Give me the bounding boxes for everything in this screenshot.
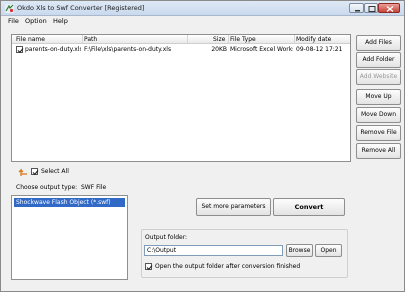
column-separator (294, 35, 295, 44)
select-all-checkbox[interactable] (31, 168, 39, 176)
remove-file-button[interactable]: Remove File (356, 125, 401, 141)
row-file-type: Microsoft Excel Works... (230, 46, 293, 53)
app-logo-icon (5, 4, 14, 13)
add-files-button[interactable]: Add Files (356, 35, 401, 51)
output-type-label: Choose output type: (16, 184, 78, 191)
column-separator (82, 35, 83, 44)
column-modify-date[interactable]: Modify date (296, 36, 331, 44)
app-window: Okdo Xls to Swf Converter [Registered] F… (0, 0, 405, 292)
column-file-type[interactable]: File Type (230, 36, 256, 44)
maximize-icon (368, 6, 376, 12)
row-size: 20KB (211, 46, 227, 53)
column-size[interactable]: Size (213, 36, 225, 44)
select-all-label[interactable]: Select All (41, 168, 69, 175)
row-path: F:\File\xls\parents-on-duty.xls (84, 46, 172, 53)
output-folder-label: Output folder: (145, 234, 188, 241)
close-icon (386, 6, 394, 12)
output-folder-input[interactable] (144, 245, 283, 256)
column-separator (228, 35, 229, 44)
output-type-value: SWF File (81, 184, 107, 191)
check-icon (32, 170, 39, 176)
row-file-name: parents-on-duty.xls (25, 46, 81, 53)
add-website-button[interactable]: Add Website (356, 69, 401, 85)
open-after-conversion-label[interactable]: Open the output folder after conversion … (155, 263, 300, 270)
minimize-icon (355, 10, 360, 12)
output-type-list[interactable]: Shockwave Flash Object (*.swf) (11, 195, 128, 280)
file-list-header: File name Path Size File Type Modify dat… (12, 35, 350, 44)
minimize-button[interactable] (349, 3, 364, 13)
convert-button[interactable]: Convert (273, 198, 345, 216)
row-checkbox[interactable] (16, 46, 24, 54)
open-button[interactable]: Open (315, 244, 342, 257)
add-folder-button[interactable]: Add Folder (356, 52, 401, 68)
file-list[interactable]: File name Path Size File Type Modify dat… (11, 34, 351, 162)
check-icon (17, 48, 24, 54)
list-item[interactable]: Shockwave Flash Object (*.swf) (14, 198, 125, 207)
remove-all-button[interactable]: Remove All (356, 143, 401, 159)
up-folder-icon[interactable] (18, 167, 28, 177)
set-more-parameters-button[interactable]: Set more parameters (196, 198, 271, 216)
open-after-conversion-checkbox[interactable] (145, 263, 153, 271)
menu-help[interactable]: Help (53, 17, 68, 25)
menu-option[interactable]: Option (25, 17, 47, 25)
move-down-button[interactable]: Move Down (356, 107, 401, 123)
column-path[interactable]: Path (84, 36, 97, 44)
row-modify-date: 09-08-12 17:21 (296, 46, 343, 53)
column-separator (187, 35, 188, 44)
maximize-button[interactable] (364, 3, 378, 13)
move-up-button[interactable]: Move Up (356, 89, 401, 105)
close-button[interactable] (378, 3, 400, 13)
window-title: Okdo Xls to Swf Converter [Registered] (17, 4, 145, 12)
browse-button[interactable]: Browse (286, 244, 313, 257)
menu-bar: File Option Help (1, 16, 404, 27)
title-bar[interactable]: Okdo Xls to Swf Converter [Registered] (1, 1, 404, 16)
column-file-name[interactable]: File name (16, 36, 45, 44)
check-icon (146, 265, 153, 271)
menu-file[interactable]: File (8, 17, 19, 25)
table-row[interactable]: parents-on-duty.xls F:\File\xls\parents-… (12, 45, 350, 55)
